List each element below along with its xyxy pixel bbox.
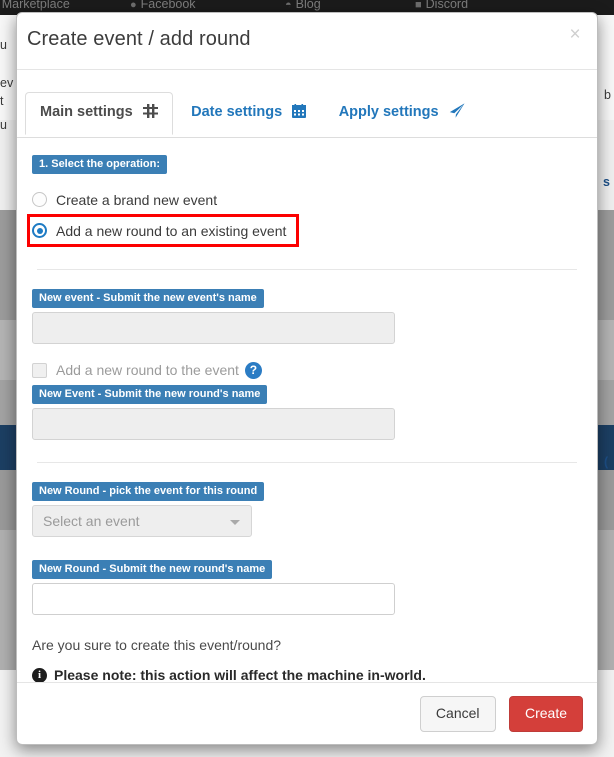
add-round-checkbox-row[interactable]: Add a new round to the event ? <box>27 360 587 380</box>
bg-nav-link-marketplace[interactable]: 🛒Marketplace <box>0 0 70 11</box>
create-button[interactable]: Create <box>508 696 583 732</box>
add-round-checkbox-label: Add a new round to the event <box>56 362 239 379</box>
close-icon[interactable]: × <box>563 23 587 47</box>
modal-header: Create event / add round × <box>17 13 597 70</box>
new-round-name-input[interactable] <box>32 583 395 616</box>
bg-nav-link-facebook[interactable]: ● Facebook <box>130 0 196 11</box>
bg-nav-label: Discord <box>425 0 469 11</box>
event-select[interactable]: Select an event <box>32 505 252 538</box>
bg-text-fragment: b <box>604 88 611 102</box>
bg-text-fragment: ev <box>0 76 14 90</box>
radio-icon[interactable] <box>32 223 47 239</box>
radio-label: Create a brand new event <box>56 191 218 208</box>
modal-footer: Cancel Create <box>17 682 597 744</box>
cancel-button[interactable]: Cancel <box>419 696 496 732</box>
event-select-value: Select an event <box>43 513 140 530</box>
divider <box>37 269 577 271</box>
discord-icon: ■ <box>415 0 422 11</box>
pick-event-badge: New Round - pick the event for this roun… <box>32 482 265 502</box>
bg-text-fragment: t <box>0 94 4 108</box>
modal-body: 1. Select the operation: Create a brand … <box>17 154 597 683</box>
tab-date-settings[interactable]: Date settings <box>177 93 320 134</box>
tab-label: Main settings <box>40 104 133 120</box>
new-event-field-block: New event - Submit the new event's name <box>27 288 587 345</box>
operation-radio-group: Create a brand new event Add a new round… <box>27 187 587 248</box>
new-round-field-block: New Round - Submit the new round's name <box>27 559 587 616</box>
tab-bar: Main settings Date settings Apply settin… <box>17 91 597 138</box>
bg-nav-label: Blog <box>295 0 321 11</box>
bg-nav-label: Marketplace <box>1 0 70 11</box>
facebook-icon: ● <box>130 0 137 11</box>
bg-nav-label: Facebook <box>140 0 196 11</box>
wordpress-icon: ◓ <box>285 0 292 11</box>
tab-label: Date settings <box>191 104 283 120</box>
confirm-question: Are you sure to create this event/round? <box>32 637 282 654</box>
chevron-down-icon <box>230 520 240 526</box>
paper-plane-icon <box>449 103 465 122</box>
bg-nav-link-discord[interactable]: ■ Discord <box>415 0 468 11</box>
new-event-round-field-block: New Event - Submit the new round's name <box>27 384 587 441</box>
bg-text-fragment: u <box>0 118 7 132</box>
radio-option-add-round-existing-event[interactable]: Add a new round to an existing event <box>27 214 299 248</box>
new-round-badge: New Round - Submit the new round's name <box>32 560 273 580</box>
new-event-round-name-input[interactable] <box>32 408 395 441</box>
info-icon: i <box>32 667 47 683</box>
operation-section-badge: 1. Select the operation: <box>32 155 168 175</box>
radio-icon[interactable] <box>32 192 47 208</box>
new-event-badge: New event - Submit the new event's name <box>32 289 264 309</box>
radio-label: Add a new round to an existing event <box>56 222 287 239</box>
checkbox-icon[interactable] <box>32 362 47 378</box>
sliders-icon <box>142 104 158 122</box>
pick-event-field-block: New Round - pick the event for this roun… <box>27 481 587 538</box>
tab-apply-settings[interactable]: Apply settings <box>325 92 479 134</box>
new-event-name-input[interactable] <box>32 312 395 345</box>
new-event-round-badge: New Event - Submit the new round's name <box>32 385 268 405</box>
create-event-modal: Create event / add round × Main settings… <box>16 12 598 745</box>
bg-text-fragment: s <box>603 175 610 189</box>
bg-nav-link-blog[interactable]: ◓ Blog <box>285 0 321 11</box>
bg-text-fragment: ( <box>604 455 609 469</box>
radio-option-create-new-event[interactable]: Create a brand new event <box>27 187 587 212</box>
help-icon[interactable]: ? <box>244 361 262 379</box>
calendar-icon <box>292 104 307 122</box>
tab-main-settings[interactable]: Main settings <box>25 92 173 135</box>
page-title: Create event / add round <box>27 28 251 50</box>
bg-text-fragment: u <box>0 38 7 52</box>
tab-label: Apply settings <box>338 104 439 120</box>
divider <box>37 462 577 464</box>
